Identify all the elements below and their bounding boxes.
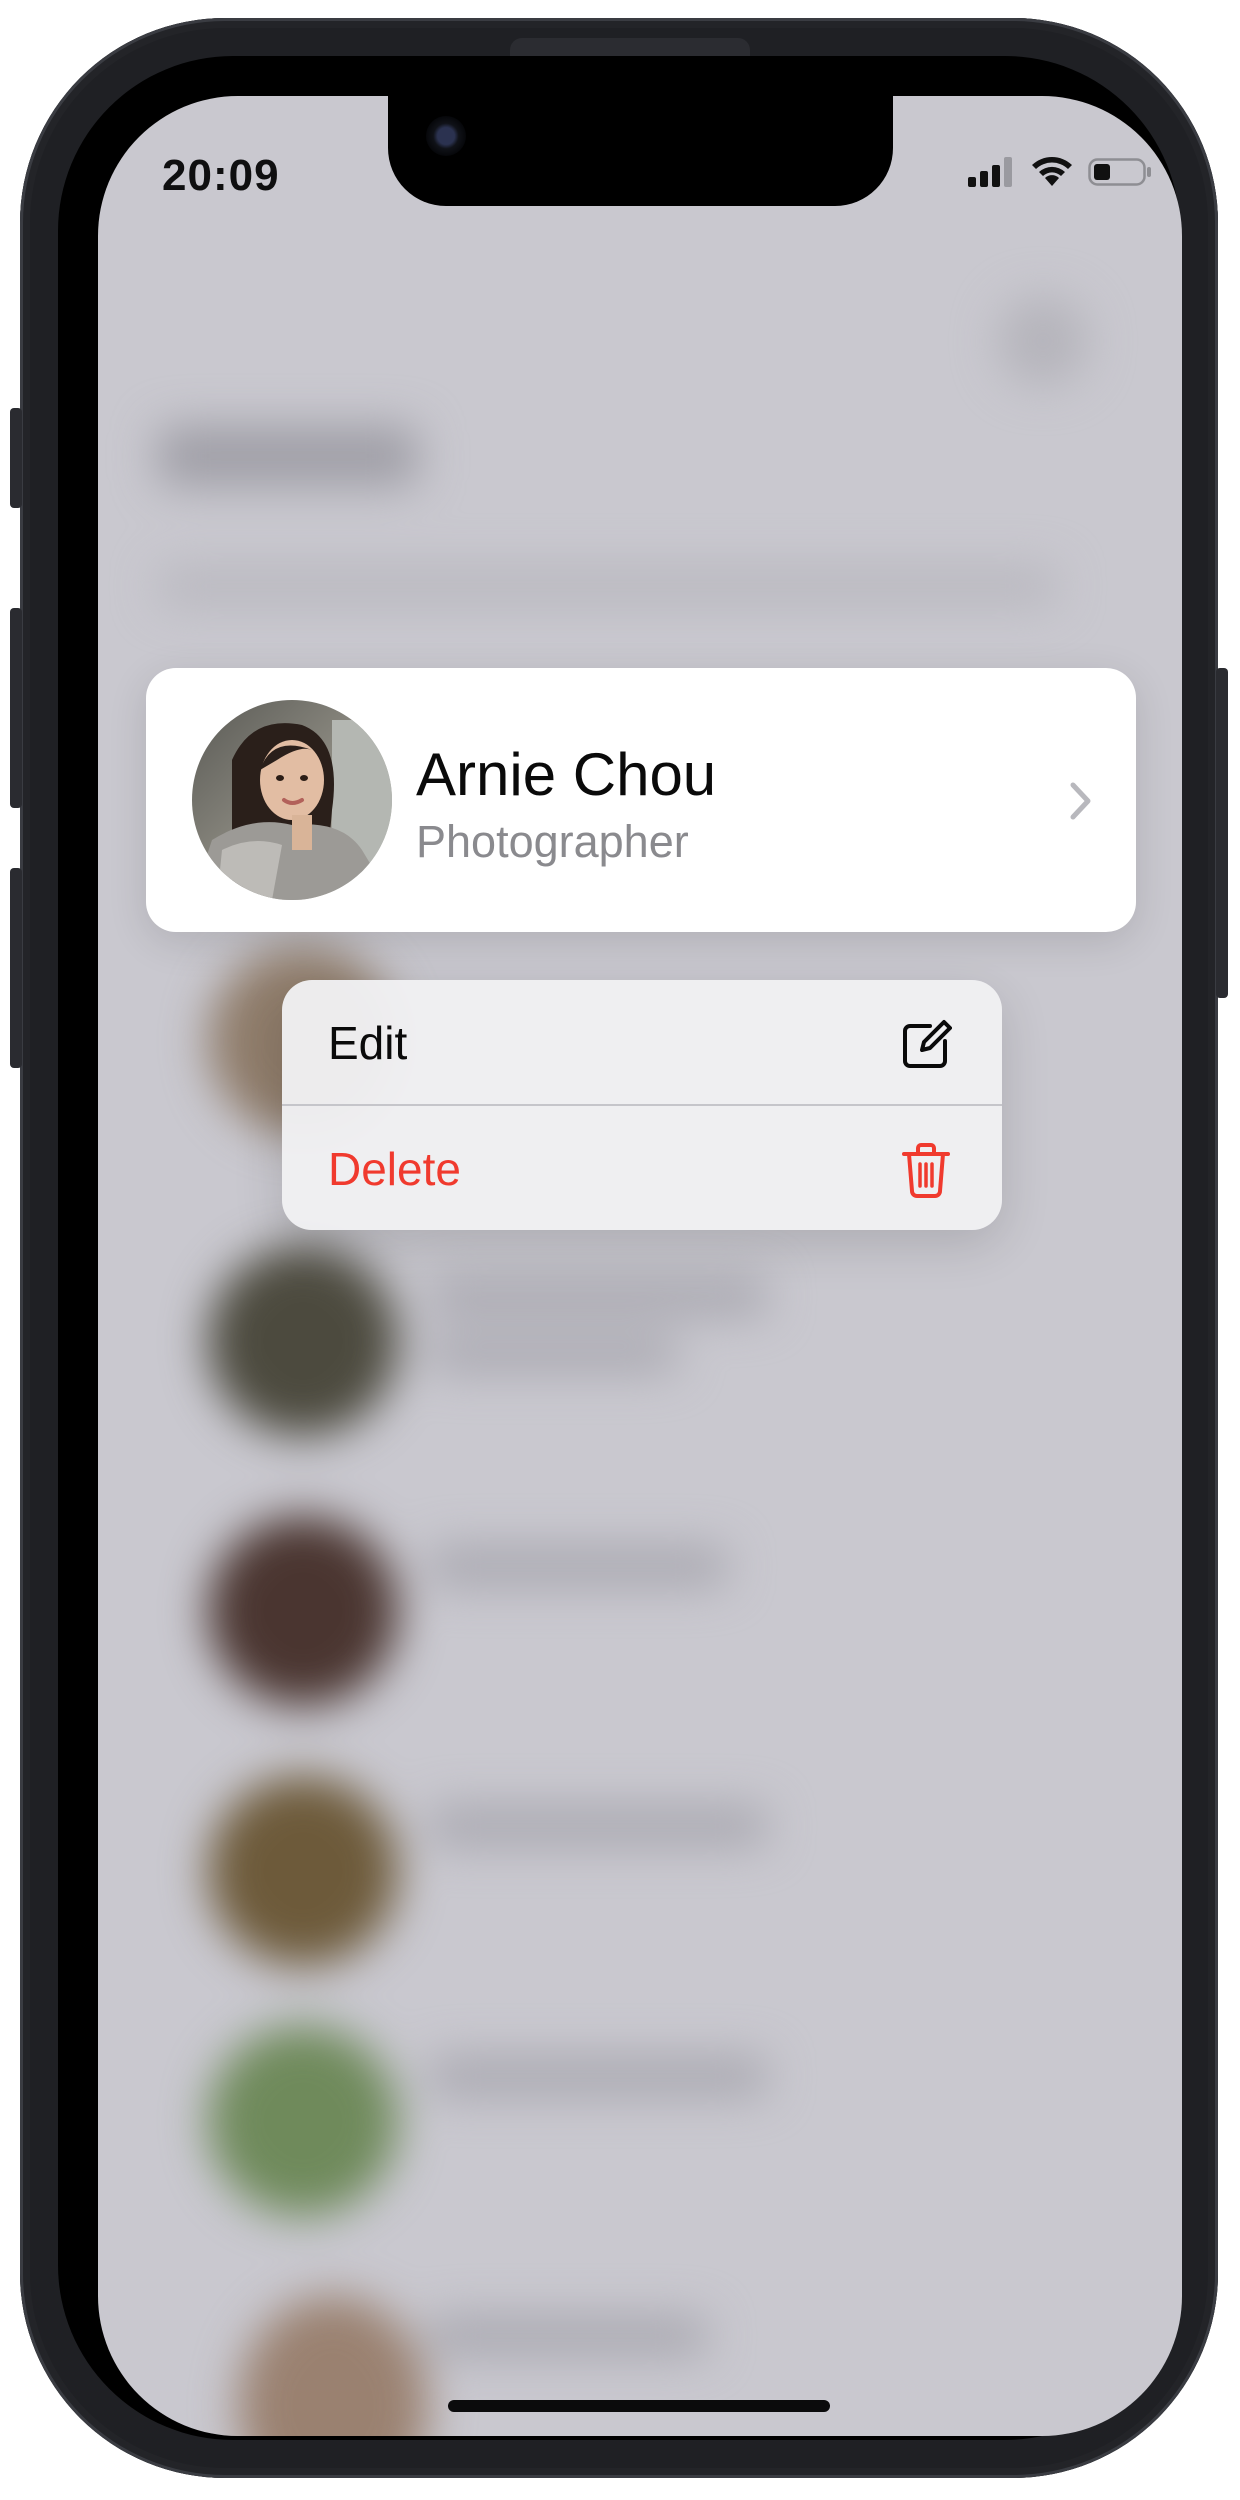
- notch: [388, 96, 893, 206]
- front-camera: [426, 116, 466, 156]
- volume-down-button: [10, 868, 22, 1068]
- phone-frame: 20:09 Arnie Chou Photographer Edit Delet…: [10, 18, 1228, 2478]
- delete-menu-item[interactable]: Delete: [282, 1106, 1002, 1230]
- edit-label: Edit: [328, 1017, 408, 1069]
- power-button: [1216, 668, 1228, 998]
- mute-switch: [10, 408, 22, 508]
- context-menu: Edit Delete: [282, 980, 1002, 1230]
- volume-up-button: [10, 608, 22, 808]
- compose-icon: [903, 1020, 952, 1068]
- contact-avatar: [192, 700, 392, 900]
- battery-icon: [1088, 156, 1152, 188]
- screen: 20:09 Arnie Chou Photographer Edit Delet…: [98, 96, 1182, 2436]
- trash-icon: [902, 1143, 950, 1198]
- edit-menu-item[interactable]: Edit: [282, 980, 1002, 1104]
- status-icons: [968, 152, 1152, 192]
- contact-role: Photographer: [416, 816, 689, 867]
- chevron-right-icon: [1070, 782, 1091, 820]
- delete-label: Delete: [328, 1143, 461, 1195]
- status-time: 20:09: [162, 151, 280, 200]
- wifi-icon: [1030, 156, 1074, 188]
- cellular-signal-icon: [968, 157, 1016, 187]
- contact-name: Arnie Chou: [416, 741, 717, 808]
- blurred-background: [98, 96, 1182, 2436]
- contact-card[interactable]: Arnie Chou Photographer: [146, 668, 1136, 932]
- home-indicator[interactable]: [448, 2400, 830, 2412]
